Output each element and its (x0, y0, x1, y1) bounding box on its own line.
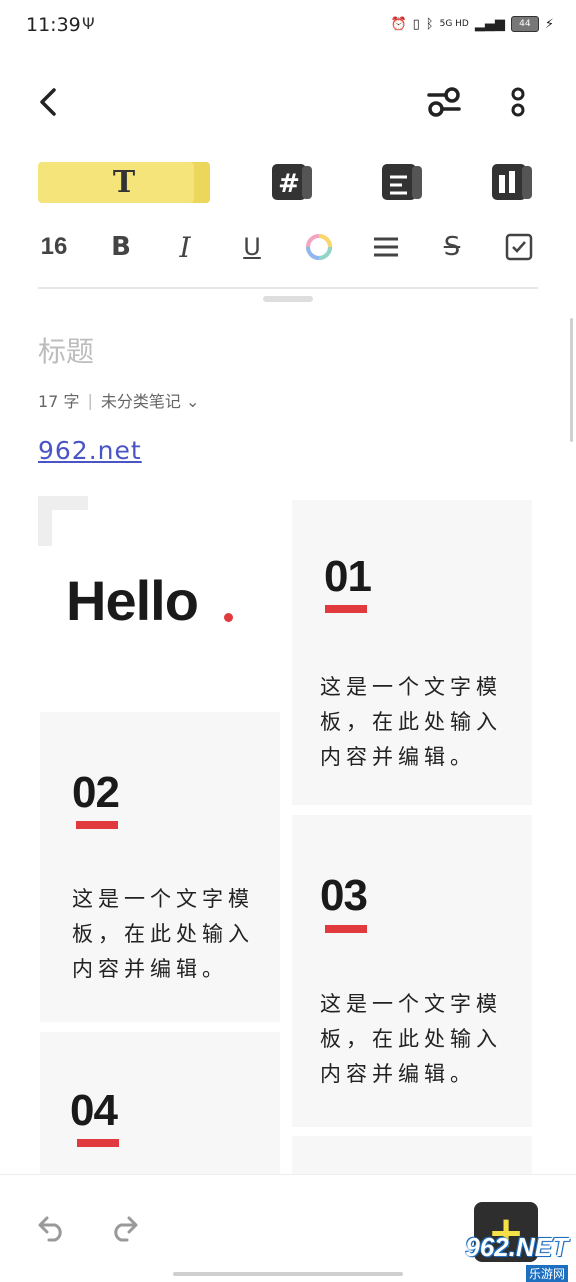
more-button[interactable] (498, 82, 538, 122)
card-underline (325, 605, 367, 613)
hello-dot (224, 613, 233, 622)
meta-separator: | (87, 390, 93, 410)
note-title-input[interactable]: 标题 (38, 330, 94, 370)
text-style-icon: T (112, 165, 136, 200)
undo-button[interactable] (32, 1208, 72, 1248)
watermark-logo: 962.NET 乐游网 (465, 1232, 568, 1282)
tab-text-style[interactable]: T (38, 162, 210, 203)
color-wheel-icon (306, 234, 332, 260)
paragraph-template-icon (382, 164, 422, 200)
sliders-icon (427, 87, 461, 117)
hello-heading: Hello (66, 569, 199, 632)
align-button[interactable] (370, 226, 402, 268)
text-color-button[interactable] (304, 226, 334, 268)
charging-icon: ⚡ (544, 16, 554, 32)
home-indicator[interactable] (173, 1272, 403, 1276)
back-button[interactable] (28, 82, 68, 122)
svg-text:#: # (278, 169, 300, 199)
card-number: 02 (72, 768, 120, 817)
category-selector[interactable]: 未分类笔记 ⌄ (101, 388, 200, 412)
tab-paragraph-template[interactable] (380, 162, 424, 202)
bottom-divider (0, 1174, 576, 1175)
redo-icon (114, 1216, 138, 1242)
signal-icon: ▂▄▆ (474, 16, 505, 32)
usb-icon: Ψ (82, 14, 95, 33)
settings-button[interactable] (424, 82, 464, 122)
card-underline (76, 821, 118, 829)
corner-decoration (38, 496, 88, 546)
vibrate-icon: ▯ (412, 16, 420, 32)
note-link[interactable]: 962.net (38, 436, 142, 465)
bold-button[interactable]: B (106, 226, 136, 268)
status-icons: ⏰ ▯ ᛒ 5G HD ▂▄▆ 44 ⚡ (390, 16, 554, 32)
card-text[interactable]: 这是一个文字模板，在此处输入内容并编辑。 (320, 987, 520, 1092)
card-number: 04 (70, 1086, 118, 1135)
undo-icon (38, 1216, 62, 1242)
align-icon (374, 237, 398, 257)
redo-button[interactable] (104, 1208, 144, 1248)
tab-hash-template[interactable]: # (270, 162, 314, 202)
chevron-left-icon (40, 88, 56, 116)
checklist-button[interactable] (504, 226, 534, 268)
italic-button[interactable]: I (172, 226, 198, 268)
template-card-02[interactable]: 02 这是一个文字模板，在此处输入内容并编辑。 (40, 712, 280, 1022)
drag-handle[interactable] (263, 296, 313, 302)
font-size-button[interactable]: 16 (38, 226, 70, 268)
strikethrough-button[interactable]: S (436, 226, 468, 268)
card-number: 01 (324, 552, 372, 601)
template-card-04[interactable]: 04 (40, 1032, 280, 1174)
template-card-03[interactable]: 03 这是一个文字模板，在此处输入内容并编辑。 (292, 815, 532, 1127)
note-meta: 17 字 | 未分类笔记 ⌄ (38, 388, 199, 412)
underline-button[interactable]: U (238, 226, 266, 268)
card-number: 03 (320, 871, 368, 920)
card-underline (77, 1139, 119, 1147)
status-time: 11:39 (26, 14, 81, 36)
toolbar-divider (38, 287, 538, 289)
layout-template-icon (492, 164, 532, 200)
word-count: 17 字 (38, 392, 80, 411)
checkbox-icon (505, 233, 533, 261)
scrollbar[interactable] (570, 318, 573, 442)
category-label: 未分类笔记 (100, 392, 181, 411)
chevron-down-icon: ⌄ (185, 392, 200, 411)
battery-icon: 44 (510, 16, 539, 32)
hash-template-icon: # (272, 164, 312, 200)
bluetooth-icon: ᛒ (425, 16, 434, 32)
template-card-05 (292, 1136, 532, 1174)
battery-level: 44 (519, 19, 531, 29)
tab-layout-template[interactable] (490, 162, 534, 202)
alarm-icon: ⏰ (390, 16, 407, 32)
card-text[interactable]: 这是一个文字模板，在此处输入内容并编辑。 (72, 882, 272, 987)
more-vertical-icon (511, 87, 525, 117)
network-label: 5G HD (439, 19, 469, 29)
watermark-brand: 962.NET (465, 1232, 568, 1262)
watermark-sub: 乐游网 (525, 1265, 568, 1282)
card-text[interactable]: 这是一个文字模板，在此处输入内容并编辑。 (320, 670, 520, 775)
template-card-01[interactable]: 01 这是一个文字模板，在此处输入内容并编辑。 (292, 500, 532, 805)
card-underline (325, 925, 367, 933)
